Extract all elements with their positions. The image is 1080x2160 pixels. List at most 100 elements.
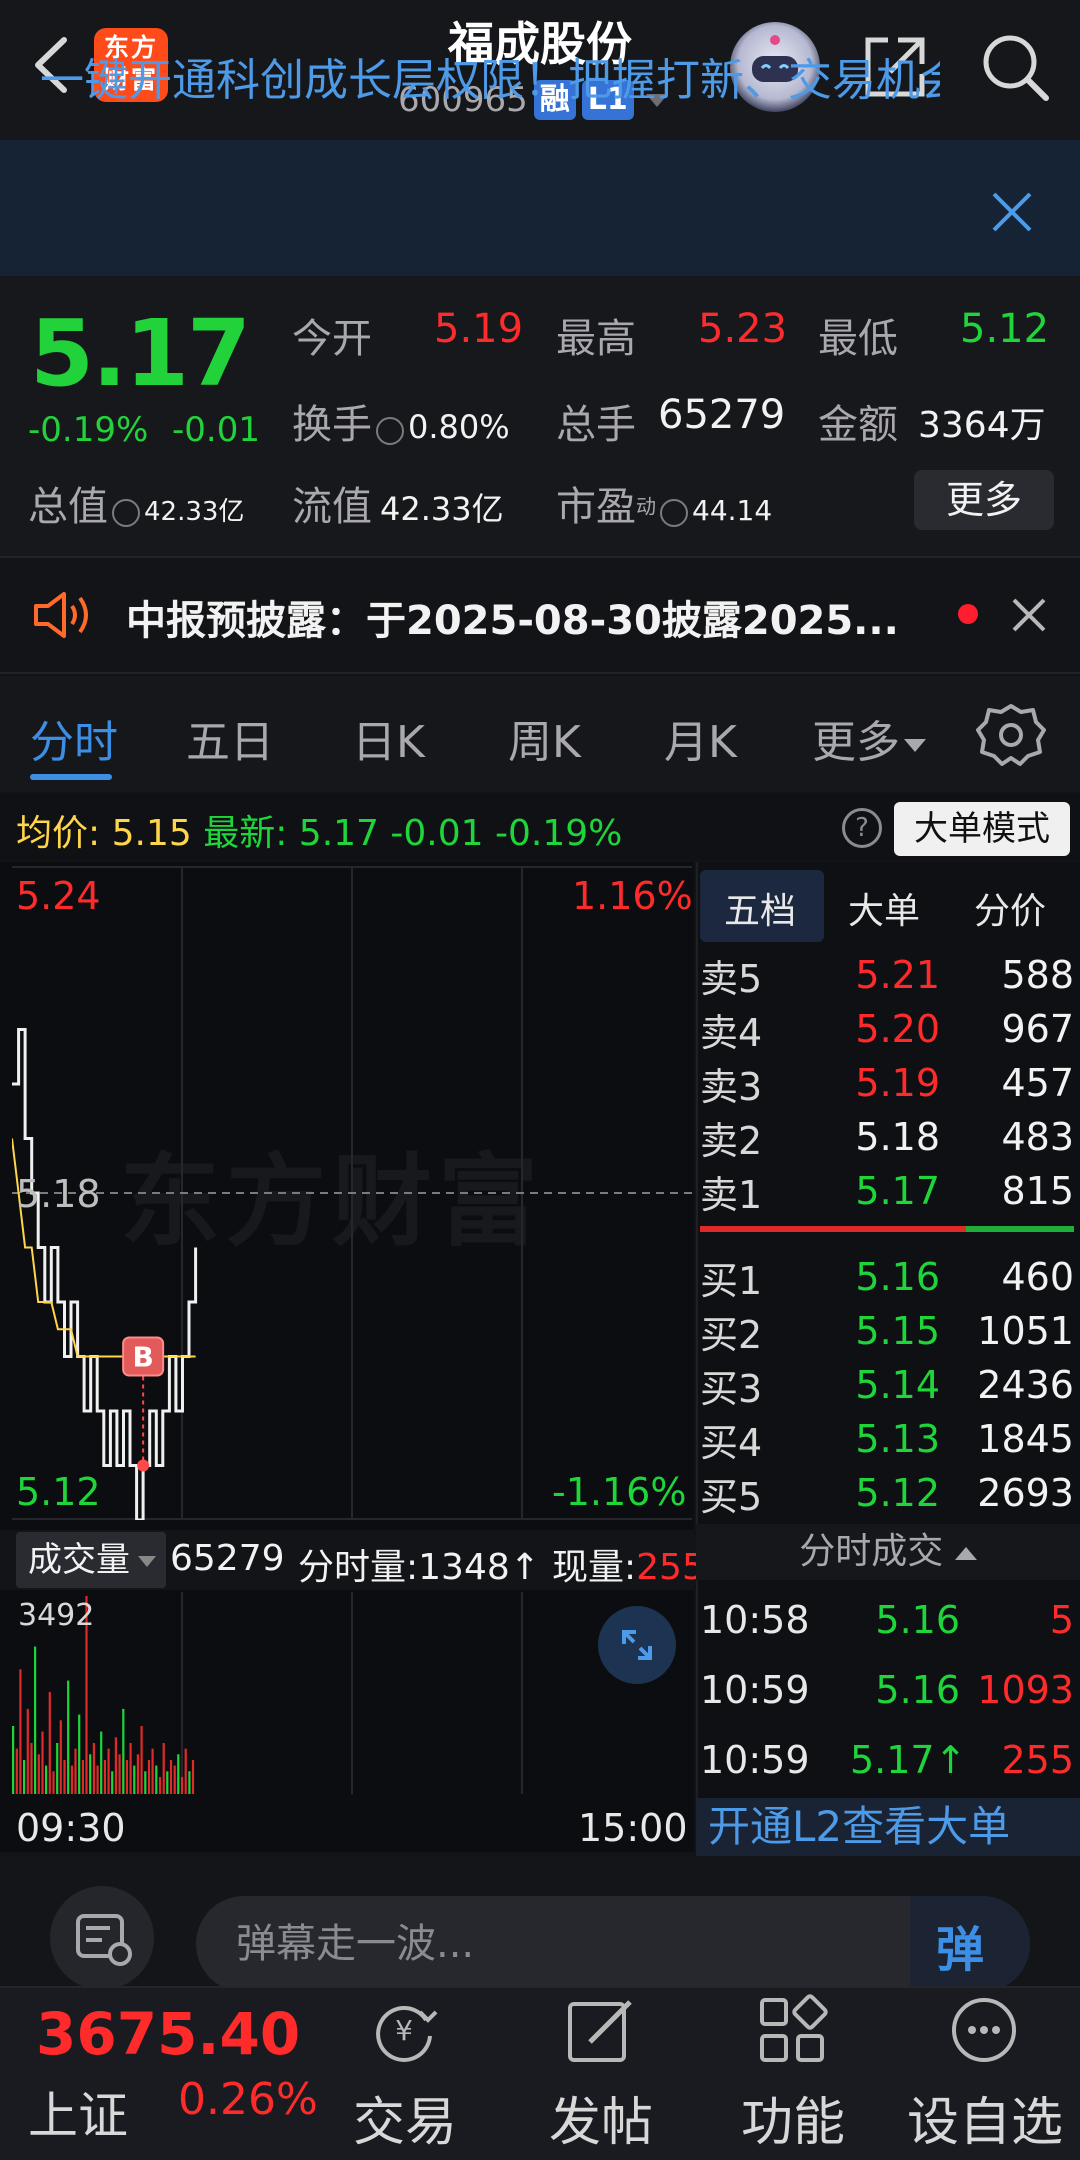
time-axis-start: 09:30: [16, 1806, 126, 1850]
functions-icon[interactable]: [752, 1990, 832, 2070]
bid-row[interactable]: 买2 5.15 1051: [700, 1304, 1074, 1358]
big-order-mode-button[interactable]: 大单模式: [894, 802, 1070, 856]
volume-bar: [162, 1743, 165, 1794]
volume-bar: [100, 1731, 103, 1794]
volume-bar: [107, 1748, 110, 1794]
order-tab-big-orders[interactable]: 大单: [848, 882, 920, 934]
volume-bar: [63, 1760, 66, 1794]
order-tab-price-dist[interactable]: 分价: [974, 882, 1046, 934]
buy-marker-dot: [137, 1459, 150, 1472]
ask-row[interactable]: 卖3 5.19 457: [700, 1056, 1074, 1110]
volume-bar: [67, 1680, 70, 1794]
nav-post[interactable]: 发帖: [516, 2080, 686, 2155]
ask-row[interactable]: 卖5 5.21 588: [700, 948, 1074, 1002]
tab-weekly-k[interactable]: 周K: [508, 706, 581, 770]
index-change-pct[interactable]: 0.26%: [178, 2074, 318, 2125]
tab-daily-k[interactable]: 日K: [352, 706, 425, 770]
volume-bar: [166, 1771, 169, 1794]
trade-volume: 1093: [977, 1668, 1074, 1712]
market-cap-stat[interactable]: 总值 42.33亿: [28, 474, 244, 532]
ask-row[interactable]: 卖1 5.17 815: [700, 1164, 1074, 1218]
intraday-price-chart[interactable]: B: [12, 866, 692, 1520]
chart-bottom-percent: -1.16%: [552, 1470, 687, 1514]
pe-label: 市盈: [556, 484, 636, 530]
volume-bar: [169, 1760, 173, 1794]
expand-chart-button[interactable]: [598, 1606, 676, 1684]
volume-bar: [129, 1743, 132, 1794]
market-cap-label: 总值: [28, 484, 108, 530]
more-stats-button[interactable]: 更多: [914, 470, 1054, 530]
ask-ratio-segment: [700, 1226, 966, 1232]
index-name[interactable]: 上证: [28, 2076, 128, 2148]
expand-icon: [622, 1630, 652, 1660]
trade-icon[interactable]: ¥: [364, 1990, 444, 2070]
tab-monthly-k[interactable]: 月K: [664, 706, 737, 770]
volume-chart[interactable]: [12, 1592, 692, 1794]
search-icon[interactable]: [976, 28, 1052, 104]
trades-header[interactable]: 分时成交: [696, 1524, 1080, 1580]
volume-bar: [41, 1731, 44, 1794]
open-label: 今开: [292, 316, 372, 362]
volume-bar: [59, 1720, 62, 1794]
volume-bar: [26, 1708, 29, 1794]
pe-superscript: 动: [636, 494, 656, 519]
price-info-line: 均价: 5.15 最新: 5.17 -0.01 -0.19%: [16, 804, 622, 856]
bid-row[interactable]: 买3 5.14 2436: [700, 1358, 1074, 1412]
close-banner-icon[interactable]: [980, 180, 1044, 244]
nav-add-watchlist[interactable]: 设自选: [900, 2080, 1070, 2155]
pe-stat[interactable]: 市盈动 44.14: [556, 474, 772, 532]
promo-banner[interactable]: [0, 140, 1080, 276]
ask-price: 5.18: [855, 1115, 940, 1159]
amount-label: 金额: [818, 402, 898, 448]
l2-upgrade-banner[interactable]: 开通L2查看大单: [696, 1798, 1080, 1856]
indicator-selector[interactable]: 成交量: [16, 1532, 166, 1588]
tab-five-day[interactable]: 五日: [186, 706, 274, 770]
info-icon: [112, 498, 140, 527]
post-icon[interactable]: [560, 1990, 640, 2070]
trade-time: 10:59: [700, 1668, 810, 1712]
volume-bar: [144, 1771, 147, 1794]
tab-more[interactable]: 更多: [812, 706, 926, 770]
bid-price: 5.16: [855, 1255, 940, 1299]
help-icon[interactable]: ?: [842, 808, 882, 848]
ask-row[interactable]: 卖2 5.18 483: [700, 1110, 1074, 1164]
volume-total: 65279: [170, 1538, 285, 1579]
nav-functions[interactable]: 功能: [708, 2080, 878, 2155]
bid-row[interactable]: 买1 5.16 460: [700, 1250, 1074, 1304]
volume-bar: [89, 1754, 92, 1794]
info-icon: [376, 416, 404, 445]
gear-icon[interactable]: [976, 700, 1046, 770]
ask-volume: 588: [1001, 953, 1074, 997]
bid-volume: 2436: [977, 1363, 1074, 1407]
comment-input[interactable]: 弹幕走一波...: [196, 1896, 1030, 1992]
volume-bar: [34, 1646, 37, 1794]
promo-banner-text[interactable]: 一键开通科创成长层权限！把握打新、交易机会: [40, 44, 940, 108]
index-value[interactable]: 3675.40: [36, 2000, 300, 2068]
nav-trade[interactable]: 交易: [320, 2080, 490, 2155]
bid-row[interactable]: 买5 5.12 2693: [700, 1466, 1074, 1520]
float-cap-stat: 流值 42.33亿: [292, 474, 504, 532]
float-cap-value: 42.33亿: [380, 490, 504, 528]
turnover-label: 换手: [292, 402, 372, 448]
buy-marker-label: B: [132, 1341, 153, 1374]
volume-bar: [12, 1726, 15, 1794]
volume-bar: [125, 1760, 128, 1794]
svg-text:¥: ¥: [395, 2014, 413, 2047]
ask-row[interactable]: 卖4 5.20 967: [700, 1002, 1074, 1056]
buy-marker: B: [122, 1336, 165, 1377]
current-volume-value: 255: [636, 1547, 705, 1588]
volume-bar: [147, 1760, 151, 1794]
notice-text[interactable]: 中报预披露：于2025-08-30披露2025...: [126, 588, 899, 646]
volume-bar: [158, 1777, 162, 1794]
bid-row[interactable]: 买4 5.13 1845: [700, 1412, 1074, 1466]
close-notice-icon[interactable]: [1004, 590, 1054, 640]
more-dots-icon[interactable]: [944, 1990, 1024, 2070]
turnover-stat[interactable]: 换手 0.80%: [292, 392, 510, 450]
trade-time: 10:59: [700, 1738, 810, 1782]
comment-settings-icon[interactable]: [50, 1886, 154, 1990]
tab-intraday[interactable]: 分时: [30, 706, 118, 770]
order-tab-five-levels[interactable]: 五档: [724, 882, 796, 934]
volume-bar: [78, 1714, 81, 1794]
current-volume: 现量:255: [552, 1538, 705, 1590]
current-volume-label: 现量:: [552, 1547, 637, 1588]
